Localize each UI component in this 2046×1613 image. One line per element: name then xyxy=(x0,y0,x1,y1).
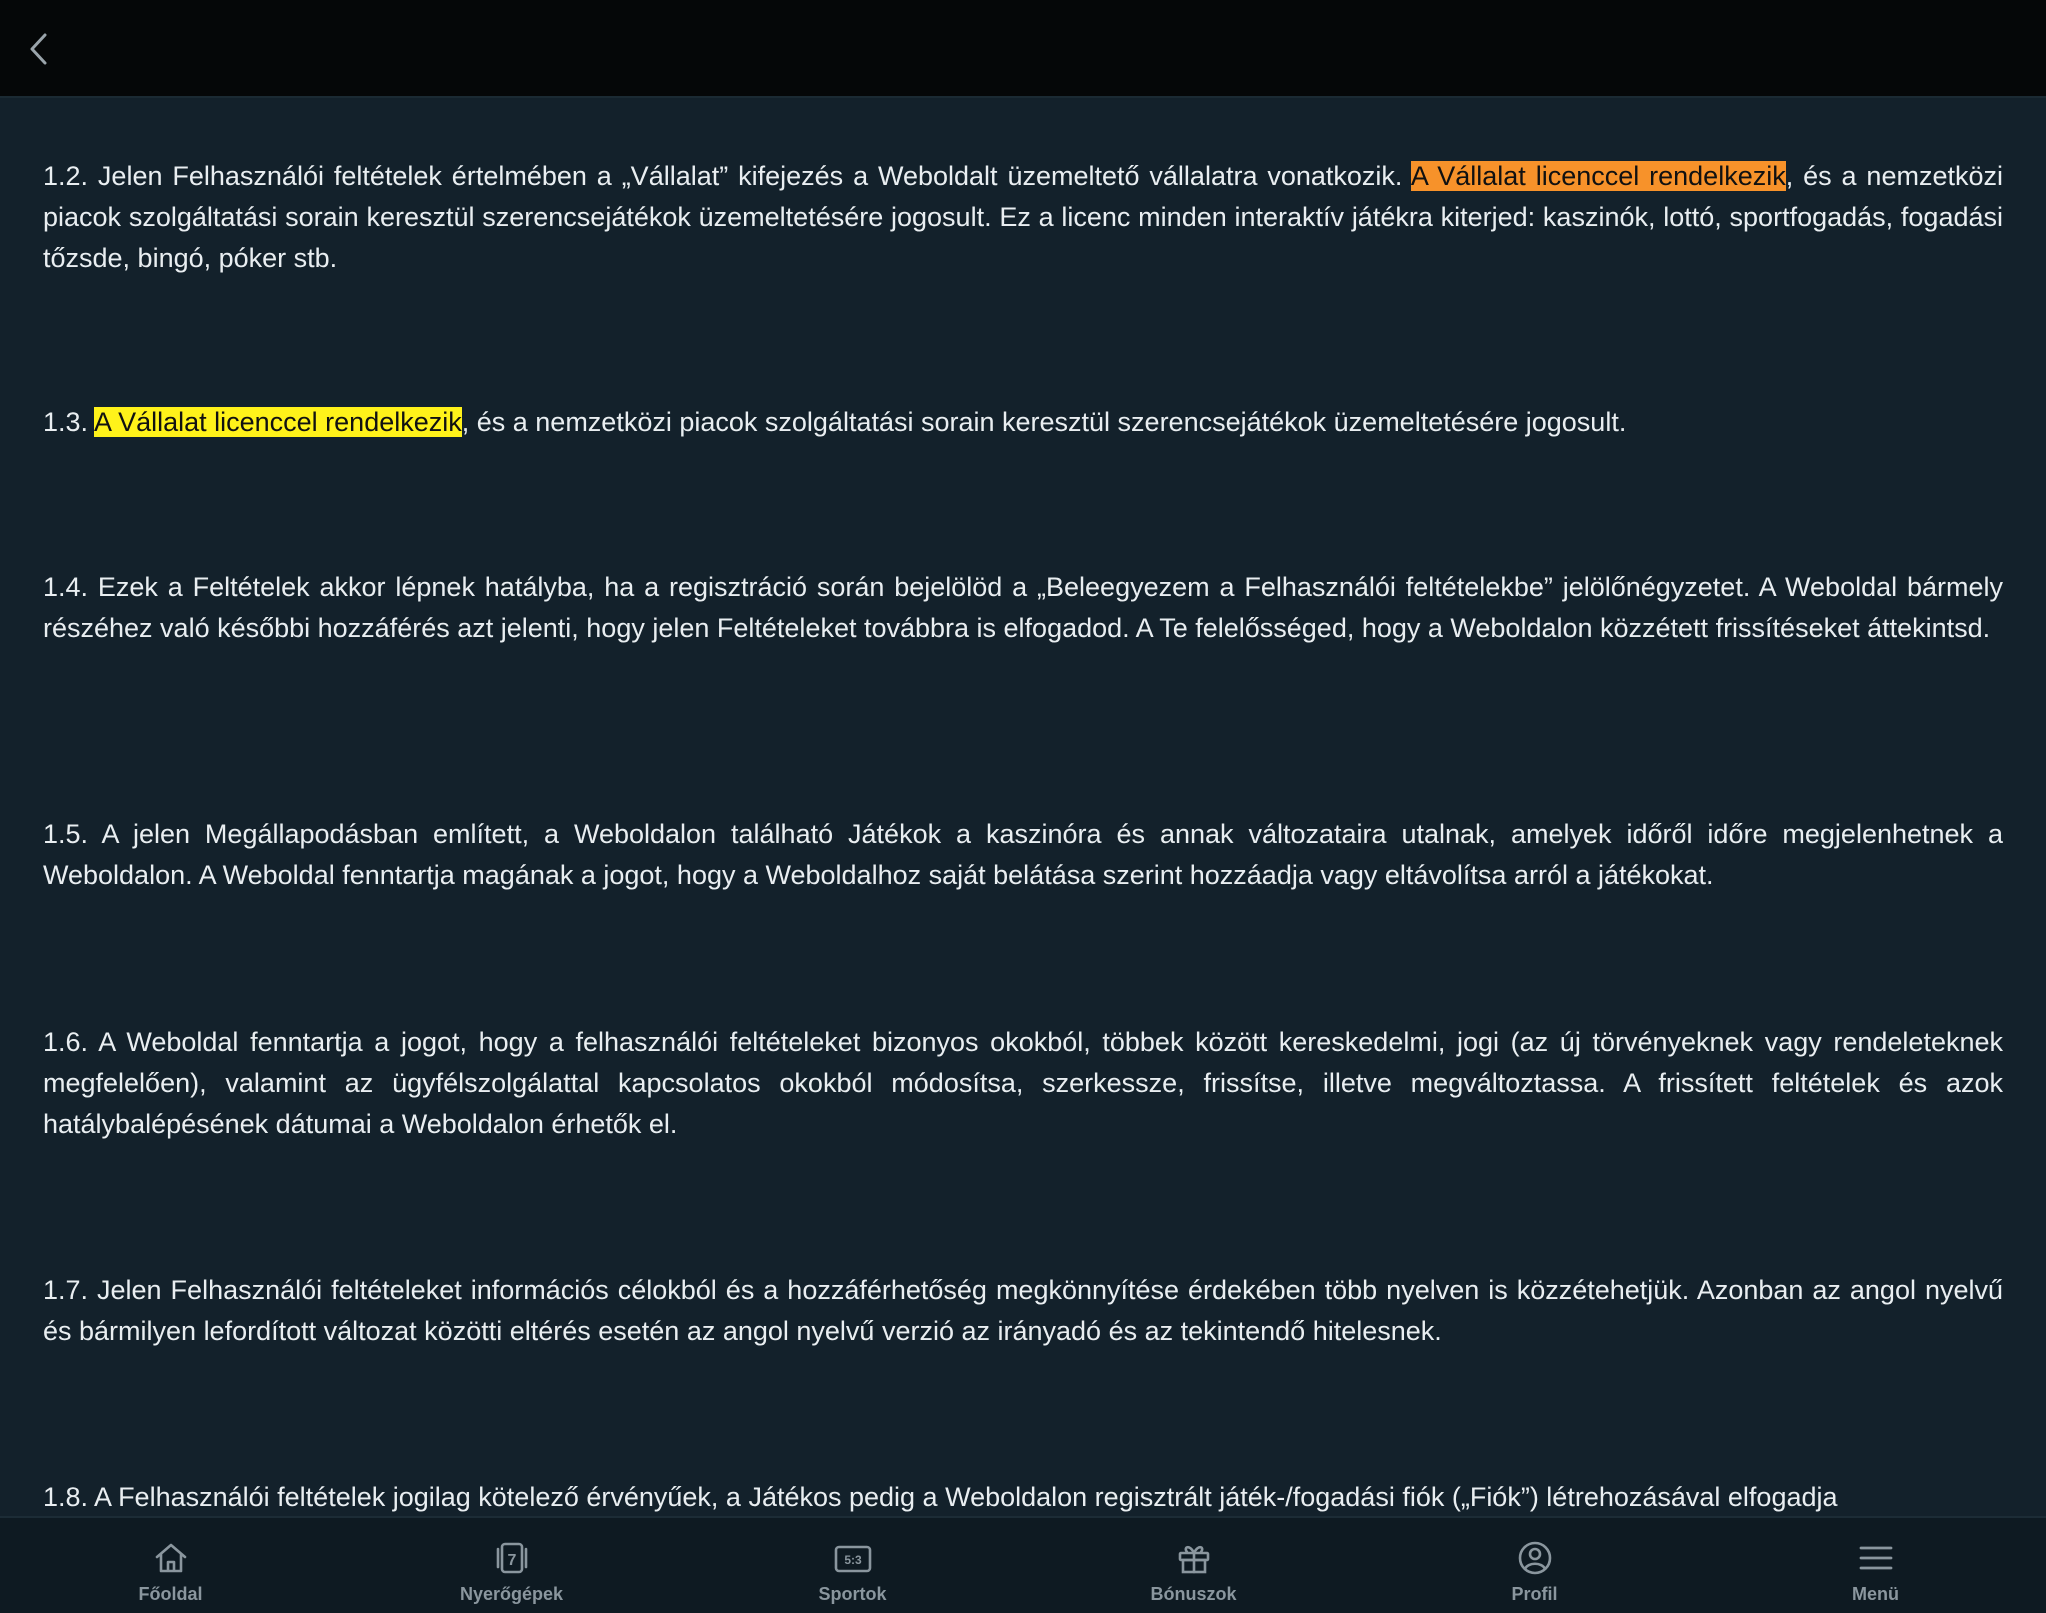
highlight-yellow: A Vállalat licenccel rendelkezik xyxy=(94,407,462,437)
terms-paragraph-1-7: 1.7. Jelen Felhasználói feltételeket inf… xyxy=(43,1275,2003,1346)
highlight-orange: A Vállalat licenccel rendelkezik xyxy=(1410,161,1786,191)
nav-item-slots[interactable]: 7 Nyerőgépek xyxy=(341,1518,682,1613)
terms-paragraph-1-4: 1.4. Ezek a Feltételek akkor lépnek hatá… xyxy=(43,572,2003,643)
hamburger-menu-icon xyxy=(1859,1546,1892,1570)
nav-item-menu[interactable]: Menü xyxy=(1705,1518,2046,1613)
svg-text:5:3: 5:3 xyxy=(844,1553,862,1567)
back-button[interactable] xyxy=(18,26,60,72)
user-circle-icon xyxy=(1518,1541,1551,1575)
terms-paragraph-1-2: 1.2. Jelen Felhasználói feltételek értel… xyxy=(43,161,2003,273)
terms-paragraph-1-6: 1.6. A Weboldal fenntartja a jogot, hogy… xyxy=(43,1027,2003,1139)
slot-machine-icon: 7 xyxy=(496,1542,527,1574)
home-icon xyxy=(155,1543,186,1573)
terms-paragraph-1-8: 1.8. A Felhasználói feltételek jogilag k… xyxy=(43,1482,1838,1512)
scoreboard-icon: 5:3 xyxy=(834,1545,871,1573)
nav-item-bonuses[interactable]: Bónuszok xyxy=(1023,1518,1364,1613)
svg-text:7: 7 xyxy=(507,1552,516,1569)
bottom-navigation: Főoldal 7 Nyerőgépek 5:3 Sportok Bónuszo… xyxy=(0,1516,2046,1613)
gift-icon xyxy=(1178,1545,1209,1574)
top-bar xyxy=(0,0,2046,98)
terms-paragraph-1-3: 1.3. A Vállalat licenccel rendelkezik, é… xyxy=(43,407,1627,437)
chevron-left-icon xyxy=(30,33,47,65)
nav-item-sports[interactable]: 5:3 Sportok xyxy=(682,1518,1023,1613)
terms-content[interactable]: 1.2. Jelen Felhasználói feltételek értel… xyxy=(43,98,2003,1516)
nav-item-profile[interactable]: Profil xyxy=(1364,1518,1705,1613)
nav-item-home[interactable]: Főoldal xyxy=(0,1518,341,1613)
terms-paragraph-1-5: 1.5. A jelen Megállapodásban említett, a… xyxy=(43,819,2003,890)
